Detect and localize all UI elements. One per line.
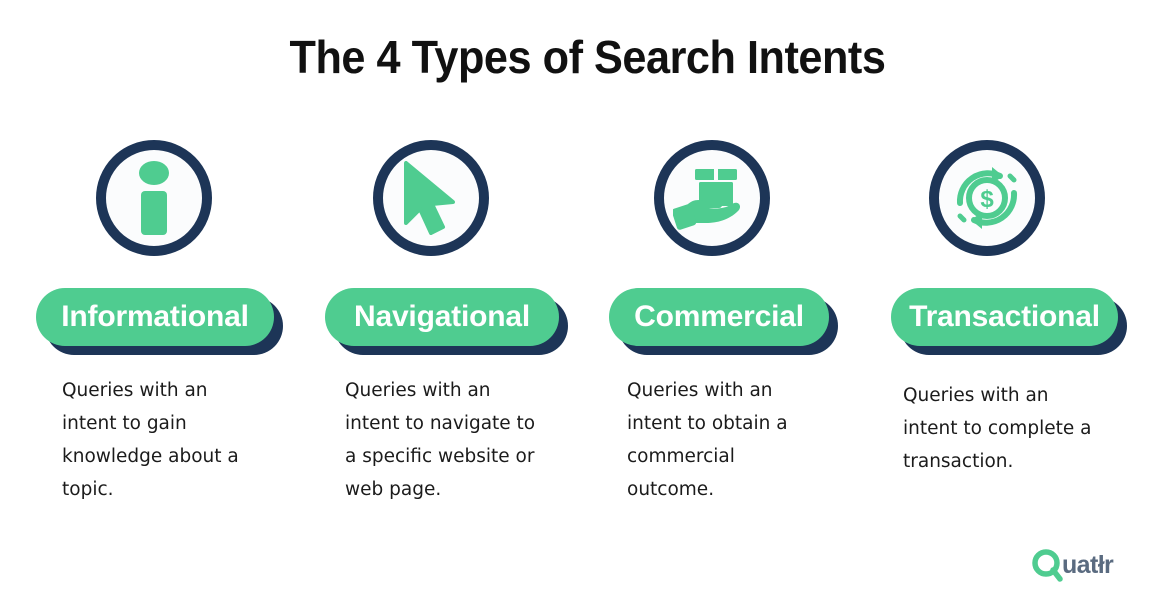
- information-icon: [96, 140, 212, 256]
- label-navigational[interactable]: Navigational: [325, 288, 559, 346]
- icon-wrap-commercial: [654, 140, 774, 260]
- description-informational: Queries with an intent to gain knowledge…: [62, 380, 239, 500]
- description-transactional: Queries with an intent to complete a tra…: [903, 385, 1092, 472]
- icon-wrap-navigational: [373, 140, 493, 260]
- page-title: The 4 Types of Search Intents: [289, 31, 886, 83]
- intent-card-commercial: Commercial Queries with an intent to obt…: [574, 140, 861, 506]
- label-transactional[interactable]: Transactional: [891, 288, 1118, 346]
- quattr-logo: uatłr: [1031, 548, 1147, 582]
- description-commercial: Queries with an intent to obtain a comme…: [627, 380, 788, 500]
- label-informational[interactable]: Informational: [36, 288, 274, 346]
- svg-text:uatłr: uatłr: [1062, 551, 1114, 579]
- description-navigational: Queries with an intent to navigate to a …: [345, 380, 536, 500]
- dollar-refresh-icon: $: [929, 140, 1045, 256]
- intent-card-informational: Informational Queries with an intent to …: [0, 140, 287, 506]
- pill-wrap-informational: Informational: [36, 288, 287, 366]
- icon-wrap-transactional: $: [929, 140, 1049, 260]
- svg-text:$: $: [980, 186, 994, 213]
- icon-wrap-informational: [96, 140, 216, 260]
- pill-wrap-navigational: Navigational: [325, 288, 574, 366]
- intent-card-navigational: Navigational Queries with an intent to n…: [287, 140, 574, 506]
- intent-card-transactional: $ Transactional Queries with an intent t…: [861, 140, 1148, 506]
- hand-holding-package-icon: [654, 140, 770, 256]
- intent-columns: Informational Queries with an intent to …: [0, 140, 1175, 506]
- pill-wrap-transactional: Transactional: [891, 288, 1148, 366]
- pill-wrap-commercial: Commercial: [609, 288, 861, 366]
- label-commercial[interactable]: Commercial: [609, 288, 829, 346]
- cursor-arrow-icon: [373, 140, 489, 256]
- infographic-root: The 4 Types of Search Intents Informatio…: [0, 0, 1175, 600]
